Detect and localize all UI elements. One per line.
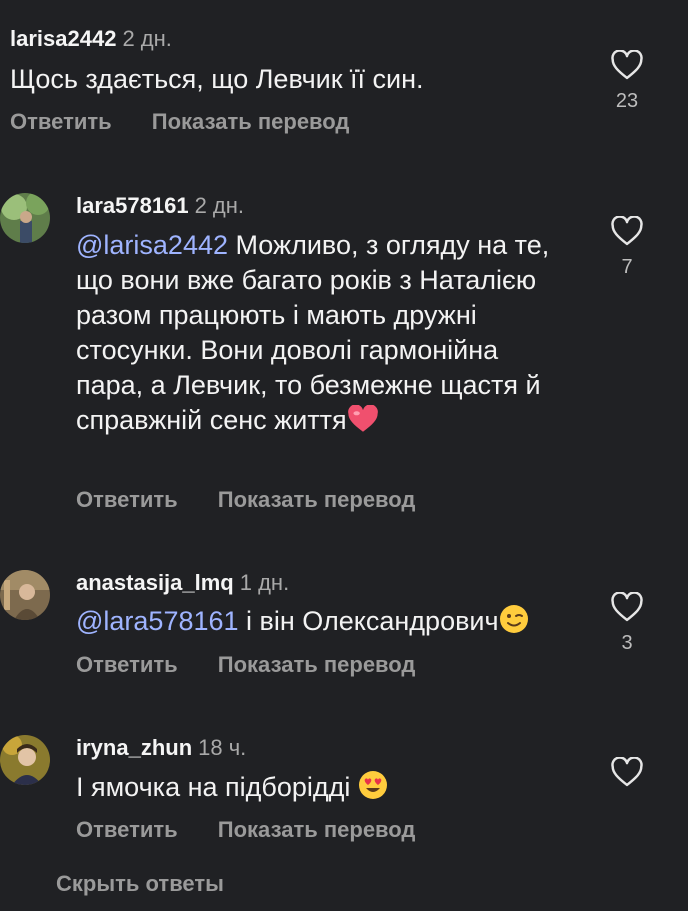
comment-body: Щось здається, що Левчик її син. xyxy=(10,64,424,94)
reply-button[interactable]: Ответить xyxy=(76,817,178,842)
hide-replies-button[interactable]: Скрыть ответы xyxy=(56,871,224,897)
avatar-image xyxy=(0,735,50,785)
avatar-image xyxy=(0,193,50,243)
comment-text: І ямочка на підборідді xyxy=(76,770,576,805)
username-text[interactable]: larisa2442 xyxy=(10,26,116,51)
like-button[interactable]: 23 xyxy=(607,50,647,113)
reply-button[interactable]: Ответить xyxy=(76,487,178,512)
comment-actions: Ответить Показать перевод xyxy=(76,817,415,843)
comment-text: @lara578161 і він Олександрович xyxy=(76,604,576,639)
translate-button[interactable]: Показать перевод xyxy=(218,652,416,677)
translate-button[interactable]: Показать перевод xyxy=(218,817,416,842)
wink-emoji xyxy=(499,605,528,633)
comment-body: І ямочка на підборідді xyxy=(76,772,358,802)
avatar[interactable] xyxy=(0,193,50,243)
comment-actions: Ответить Показать перевод xyxy=(10,109,349,135)
like-count: 23 xyxy=(615,90,639,112)
like-count: 7 xyxy=(621,256,633,278)
like-button[interactable]: 3 xyxy=(607,592,647,655)
like-button[interactable] xyxy=(607,757,647,787)
avatar[interactable] xyxy=(0,735,50,785)
heart-eyes-emoji xyxy=(358,771,387,799)
username-text[interactable]: lara578161 xyxy=(76,193,189,218)
mention-link[interactable]: @larisa2442 xyxy=(76,230,228,260)
heart-outline-icon[interactable] xyxy=(610,50,644,80)
like-count: 3 xyxy=(621,632,633,654)
username-text[interactable]: iryna_zhun xyxy=(76,735,192,760)
heart-outline-icon[interactable] xyxy=(610,592,644,622)
translate-button[interactable]: Показать перевод xyxy=(152,109,350,134)
mention-link[interactable]: @lara578161 xyxy=(76,606,239,636)
comment-actions: Ответить Показать перевод xyxy=(76,652,415,678)
comment-username[interactable]: iryna_zhun 18 ч. xyxy=(76,735,246,761)
comment-actions: Ответить Показать перевод xyxy=(76,487,415,513)
comment-time: 18 ч. xyxy=(198,735,247,760)
comment-time: 2 дн. xyxy=(194,193,245,218)
avatar[interactable] xyxy=(0,570,50,620)
comment-username[interactable]: anastasija_lmq 1 дн. xyxy=(76,570,289,596)
heart-outline-icon[interactable] xyxy=(610,757,644,787)
comment-body: і він Олександрович xyxy=(238,606,499,636)
avatar-image xyxy=(0,570,50,620)
comment-username[interactable]: lara578161 2 дн. xyxy=(76,193,244,219)
comment-body: Можливо, з огляду на те, що вони вже баг… xyxy=(76,230,550,435)
reply-button[interactable]: Ответить xyxy=(10,109,112,134)
comment-username[interactable]: larisa2442 2 дн. xyxy=(10,26,172,52)
comment-text: @larisa2442 Можливо, з огляду на те, що … xyxy=(76,228,566,438)
translate-button[interactable]: Показать перевод xyxy=(218,487,416,512)
comment-text: Щось здається, що Левчик її син. xyxy=(10,62,570,97)
reply-button[interactable]: Ответить xyxy=(76,652,178,677)
like-button[interactable]: 7 xyxy=(607,216,647,279)
username-text[interactable]: anastasija_lmq xyxy=(76,570,234,595)
comment-time: 2 дн. xyxy=(122,26,172,51)
heart-outline-icon[interactable] xyxy=(610,216,644,246)
heart-emoji xyxy=(347,405,378,432)
comment-time: 1 дн. xyxy=(239,570,290,595)
